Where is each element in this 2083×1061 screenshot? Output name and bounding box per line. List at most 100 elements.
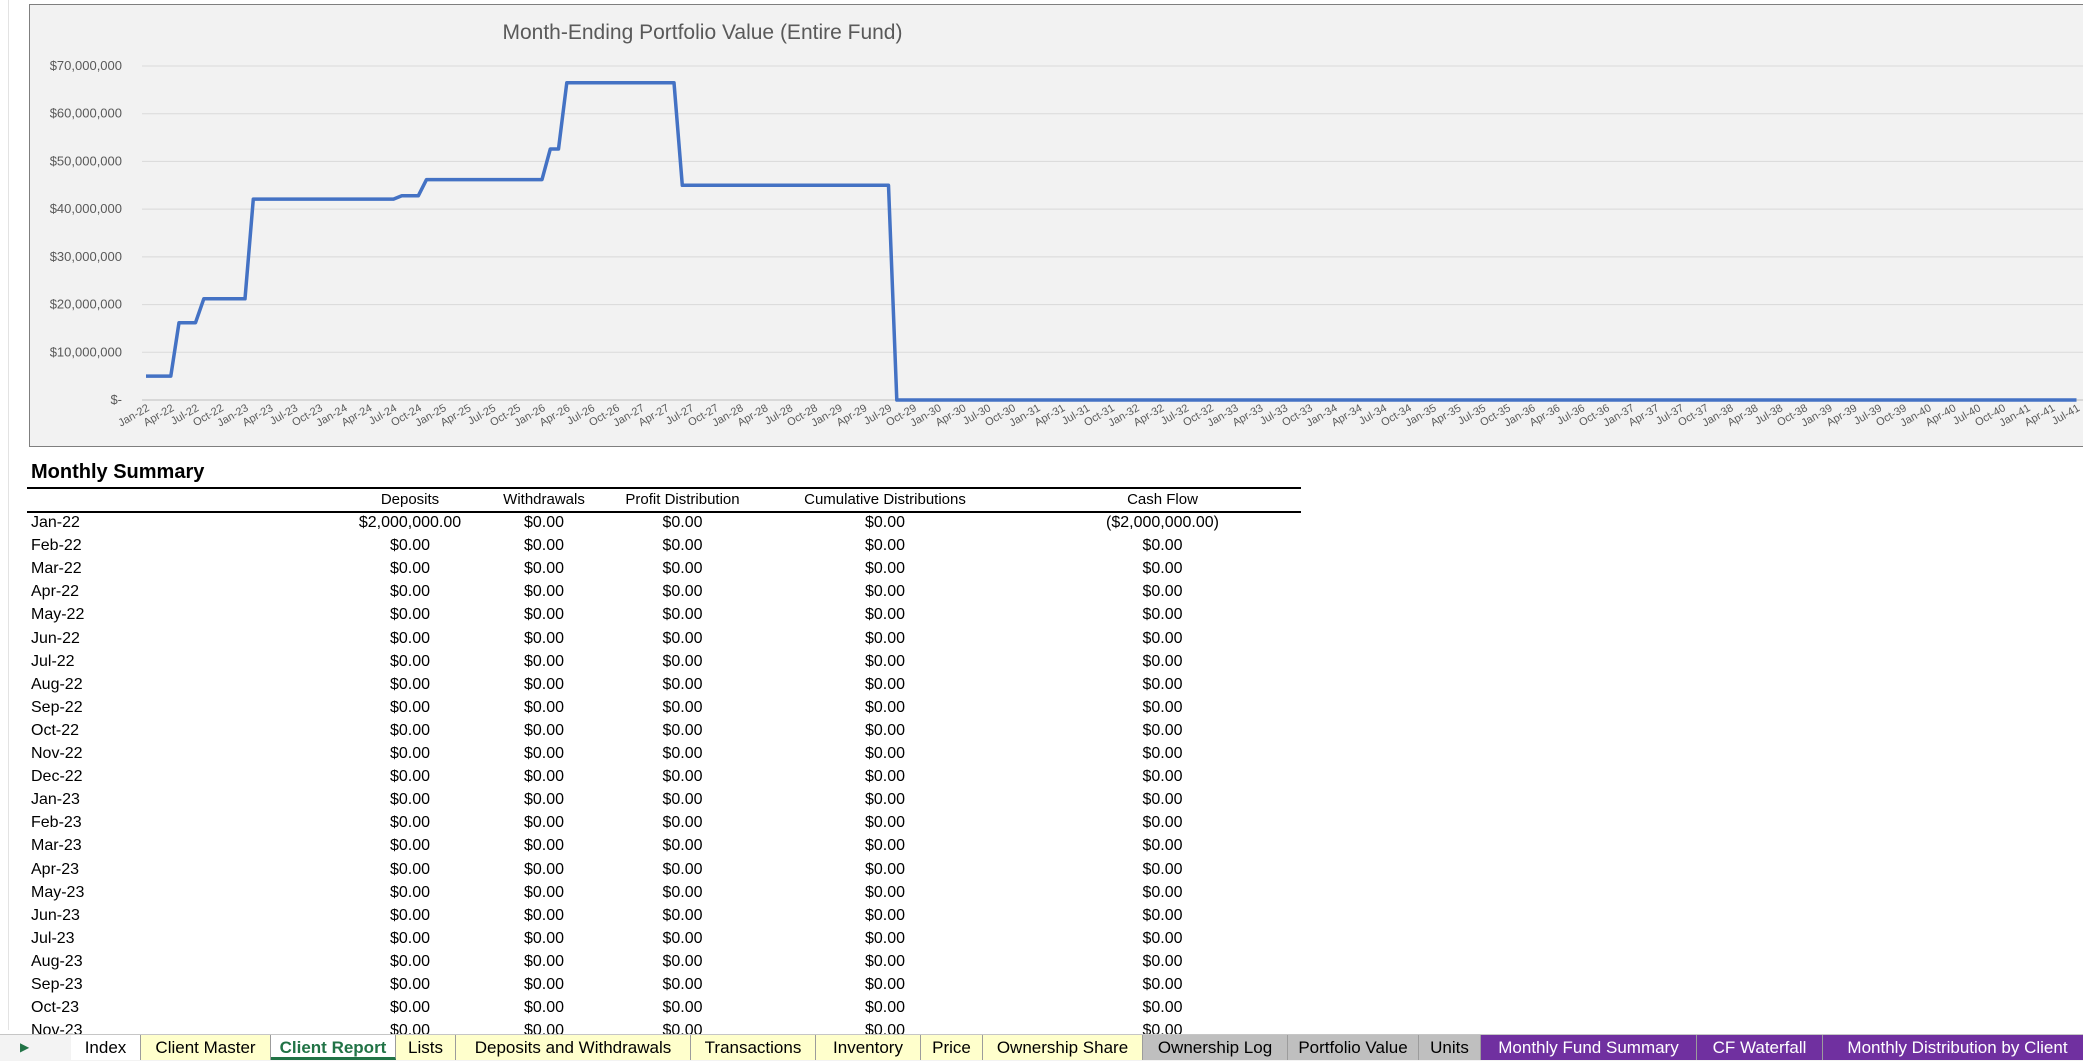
profit-distribution-cell[interactable]: $0.00 [605,514,760,532]
cumulative-distributions-cell[interactable]: $0.00 [785,976,985,994]
table-row[interactable]: Sep-22 $0.00 $0.00 $0.00 $0.00 $0.00 [0,699,1300,722]
profit-distribution-cell[interactable]: $0.00 [605,537,760,555]
month-cell[interactable]: May-23 [31,884,84,902]
cash-flow-cell[interactable]: $0.00 [1060,653,1265,671]
month-cell[interactable]: Jul-22 [31,653,75,671]
table-row[interactable]: Dec-22 $0.00 $0.00 $0.00 $0.00 $0.00 [0,768,1300,791]
withdrawals-cell[interactable]: $0.00 [484,560,604,578]
cash-flow-cell[interactable]: $0.00 [1060,907,1265,925]
withdrawals-cell[interactable]: $0.00 [484,722,604,740]
profit-distribution-cell[interactable]: $0.00 [605,722,760,740]
month-cell[interactable]: Aug-23 [31,953,83,971]
cumulative-distributions-cell[interactable]: $0.00 [785,837,985,855]
cash-flow-cell[interactable]: $0.00 [1060,768,1265,786]
cumulative-distributions-cell[interactable]: $0.00 [785,953,985,971]
profit-distribution-cell[interactable]: $0.00 [605,583,760,601]
month-cell[interactable]: Nov-22 [31,745,83,763]
withdrawals-cell[interactable]: $0.00 [484,953,604,971]
profit-distribution-cell[interactable]: $0.00 [605,606,760,624]
withdrawals-cell[interactable]: $0.00 [484,861,604,879]
cumulative-distributions-cell[interactable]: $0.00 [785,676,985,694]
table-row[interactable]: May-22 $0.00 $0.00 $0.00 $0.00 $0.00 [0,606,1300,629]
table-row[interactable]: Jan-23 $0.00 $0.00 $0.00 $0.00 $0.00 [0,791,1300,814]
profit-distribution-cell[interactable]: $0.00 [605,884,760,902]
cash-flow-cell[interactable]: $0.00 [1060,583,1265,601]
withdrawals-cell[interactable]: $0.00 [484,630,604,648]
month-cell[interactable]: May-22 [31,606,84,624]
deposits-cell[interactable]: $0.00 [330,606,490,624]
cumulative-distributions-cell[interactable]: $0.00 [785,699,985,717]
deposits-cell[interactable]: $0.00 [330,722,490,740]
profit-distribution-cell[interactable]: $0.00 [605,814,760,832]
cumulative-distributions-cell[interactable]: $0.00 [785,861,985,879]
header-cash-flow[interactable]: Cash Flow [1060,491,1265,508]
sheet-tab-price[interactable]: Price [921,1035,983,1060]
sheet-tab-ownership-log[interactable]: Ownership Log [1143,1035,1288,1060]
cash-flow-cell[interactable]: $0.00 [1060,861,1265,879]
profit-distribution-cell[interactable]: $0.00 [605,930,760,948]
header-profit-distribution[interactable]: Profit Distribution [605,491,760,508]
deposits-cell[interactable]: $0.00 [330,837,490,855]
withdrawals-cell[interactable]: $0.00 [484,676,604,694]
table-row[interactable]: May-23 $0.00 $0.00 $0.00 $0.00 $0.00 [0,884,1300,907]
deposits-cell[interactable]: $0.00 [330,884,490,902]
table-row[interactable]: Feb-23 $0.00 $0.00 $0.00 $0.00 $0.00 [0,814,1300,837]
profit-distribution-cell[interactable]: $0.00 [605,699,760,717]
cumulative-distributions-cell[interactable]: $0.00 [785,722,985,740]
cash-flow-cell[interactable]: ($2,000,000.00) [1060,514,1265,532]
table-row[interactable]: Sep-23 $0.00 $0.00 $0.00 $0.00 $0.00 [0,976,1300,999]
month-cell[interactable]: Oct-22 [31,722,79,740]
cumulative-distributions-cell[interactable]: $0.00 [785,745,985,763]
table-row[interactable]: Jul-23 $0.00 $0.00 $0.00 $0.00 $0.00 [0,930,1300,953]
cash-flow-cell[interactable]: $0.00 [1060,606,1265,624]
profit-distribution-cell[interactable]: $0.00 [605,768,760,786]
cumulative-distributions-cell[interactable]: $0.00 [785,537,985,555]
cash-flow-cell[interactable]: $0.00 [1060,699,1265,717]
cumulative-distributions-cell[interactable]: $0.00 [785,884,985,902]
withdrawals-cell[interactable]: $0.00 [484,745,604,763]
deposits-cell[interactable]: $0.00 [330,999,490,1017]
deposits-cell[interactable]: $0.00 [330,861,490,879]
cash-flow-cell[interactable]: $0.00 [1060,676,1265,694]
table-row[interactable]: Jun-23 $0.00 $0.00 $0.00 $0.00 $0.00 [0,907,1300,930]
sheet-tab-cf-waterfall[interactable]: CF Waterfall [1697,1035,1823,1060]
profit-distribution-cell[interactable]: $0.00 [605,861,760,879]
cash-flow-cell[interactable]: $0.00 [1060,976,1265,994]
table-row[interactable]: Oct-22 $0.00 $0.00 $0.00 $0.00 $0.00 [0,722,1300,745]
cash-flow-cell[interactable]: $0.00 [1060,999,1265,1017]
cash-flow-cell[interactable]: $0.00 [1060,884,1265,902]
table-row[interactable]: Jan-22 $2,000,000.00 $0.00 $0.00 $0.00 ($2,00… [0,514,1300,537]
month-cell[interactable]: Jul-23 [31,930,75,948]
withdrawals-cell[interactable]: $0.00 [484,907,604,925]
withdrawals-cell[interactable]: $0.00 [484,653,604,671]
month-cell[interactable]: Sep-23 [31,976,83,994]
deposits-cell[interactable]: $2,000,000.00 [330,514,490,532]
withdrawals-cell[interactable]: $0.00 [484,583,604,601]
table-row[interactable]: Apr-23 $0.00 $0.00 $0.00 $0.00 $0.00 [0,861,1300,884]
profit-distribution-cell[interactable]: $0.00 [605,653,760,671]
cash-flow-cell[interactable]: $0.00 [1060,791,1265,809]
sheet-tab-inventory[interactable]: Inventory [816,1035,921,1060]
profit-distribution-cell[interactable]: $0.00 [605,630,760,648]
table-row[interactable]: Apr-22 $0.00 $0.00 $0.00 $0.00 $0.00 [0,583,1300,606]
table-row[interactable]: Oct-23 $0.00 $0.00 $0.00 $0.00 $0.00 [0,999,1300,1022]
withdrawals-cell[interactable]: $0.00 [484,606,604,624]
sheet-tab-lists[interactable]: Lists [396,1035,456,1060]
month-cell[interactable]: Aug-22 [31,676,83,694]
profit-distribution-cell[interactable]: $0.00 [605,999,760,1017]
deposits-cell[interactable]: $0.00 [330,537,490,555]
withdrawals-cell[interactable]: $0.00 [484,814,604,832]
month-cell[interactable]: Apr-23 [31,861,79,879]
deposits-cell[interactable]: $0.00 [330,583,490,601]
sheet-tab-ownership-share[interactable]: Ownership Share [983,1035,1143,1060]
cumulative-distributions-cell[interactable]: $0.00 [785,930,985,948]
cumulative-distributions-cell[interactable]: $0.00 [785,791,985,809]
table-row[interactable]: Aug-23 $0.00 $0.00 $0.00 $0.00 $0.00 [0,953,1300,976]
cumulative-distributions-cell[interactable]: $0.00 [785,514,985,532]
sheet-tab-monthly-fund-summary[interactable]: Monthly Fund Summary [1481,1035,1697,1060]
table-row[interactable]: Mar-22 $0.00 $0.00 $0.00 $0.00 $0.00 [0,560,1300,583]
month-cell[interactable]: Jan-22 [31,514,80,532]
table-row[interactable]: Jul-22 $0.00 $0.00 $0.00 $0.00 $0.00 [0,653,1300,676]
month-cell[interactable]: Jun-23 [31,907,80,925]
profit-distribution-cell[interactable]: $0.00 [605,907,760,925]
